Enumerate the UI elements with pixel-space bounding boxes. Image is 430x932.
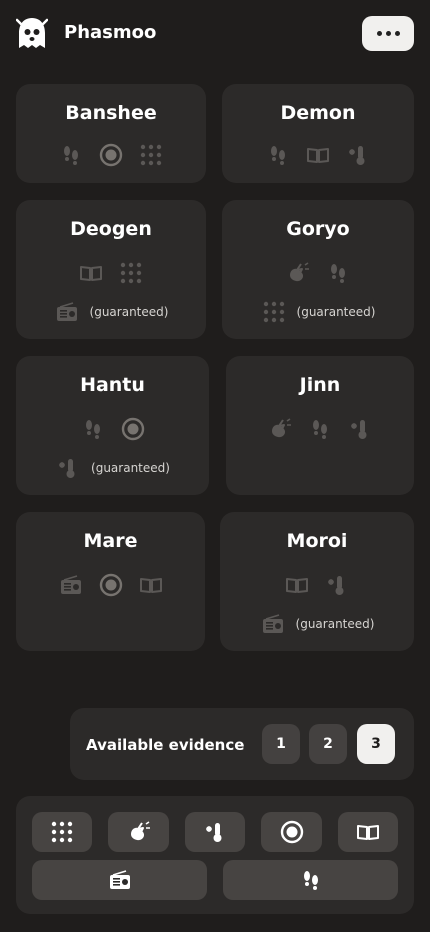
guaranteed-label: (guaranteed) [91,461,170,475]
emf-icon [267,416,293,442]
evidence-count-3-button[interactable]: 3 [357,724,395,764]
freezing-temps-icon [345,142,371,168]
dots-projector-icon [261,299,287,325]
ghost-card-goryo[interactable]: Goryo (guaranteed) [222,200,414,339]
ghost-card-banshee[interactable]: Banshee [16,84,206,183]
ghost-name: Jinn [299,374,341,396]
ghost-name: Mare [83,530,138,552]
app-title: Phasmoo [64,22,157,43]
ghost-card-hantu[interactable]: Hantu (guaranteed) [16,356,209,495]
footprints-icon [307,416,333,442]
filter-emf-button[interactable] [108,812,169,852]
ghost-card-jinn[interactable]: Jinn [226,356,414,495]
guaranteed-evidence: (guaranteed) [16,299,206,325]
app-header: Phasmoo [0,0,430,68]
guaranteed-label: (guaranteed) [89,305,169,319]
evidence-filter-panel [16,796,414,914]
evidence-icons [16,416,209,442]
evidence-icons [222,260,414,286]
guaranteed-evidence: (guaranteed) [220,611,414,637]
ghost-writing-icon [78,260,104,286]
evidence-icons [16,142,206,168]
footprints-icon [298,867,324,893]
dots-projector-icon [49,819,75,845]
freezing-temps-icon [324,572,350,598]
spirit-box-icon [107,867,133,893]
ghost-orb-icon [120,416,146,442]
ghost-card-mare[interactable]: Mare [16,512,205,651]
footprints-icon [325,260,351,286]
guaranteed-label: (guaranteed) [295,617,375,631]
emf-icon [285,260,311,286]
ghost-card-deogen[interactable]: Deogen (guaranteed) [16,200,206,339]
ghost-writing-icon [284,572,310,598]
footprints-icon [58,142,84,168]
evidence-icons [16,572,205,598]
emf-icon [126,819,152,845]
filter-dots-projector-button[interactable] [32,812,92,852]
ghost-name: Banshee [65,102,157,124]
filter-footprints-button[interactable] [223,860,398,900]
ghost-name: Hantu [80,374,145,396]
spirit-box-icon [54,299,80,325]
guaranteed-evidence: (guaranteed) [16,455,209,481]
evidence-count-1-button[interactable]: 1 [262,724,300,764]
freezing-temps-icon [202,819,228,845]
evidence-count-2-button[interactable]: 2 [309,724,347,764]
ghost-writing-icon [138,572,164,598]
ghost-orb-icon [98,572,124,598]
filter-freezing-temps-button[interactable] [185,812,245,852]
ghost-name: Goryo [286,218,350,240]
ghost-name: Deogen [70,218,152,240]
ghost-writing-icon [305,142,331,168]
filter-spirit-box-button[interactable] [32,860,207,900]
evidence-icons [220,572,414,598]
more-menu-button[interactable] [362,16,414,51]
dots-projector-icon [118,260,144,286]
available-evidence-panel: Available evidence 1 2 3 [70,708,414,780]
spirit-box-icon [260,611,286,637]
available-evidence-label: Available evidence [86,736,245,754]
ghost-icon [16,18,48,48]
ghost-orb-icon [279,819,305,845]
filter-ghost-orb-button[interactable] [261,812,322,852]
ghost-writing-icon [355,819,381,845]
ghost-card-demon[interactable]: Demon [222,84,414,183]
footprints-icon [265,142,291,168]
footprints-icon [80,416,106,442]
dots-projector-icon [138,142,164,168]
freezing-temps-icon [347,416,373,442]
ghost-orb-icon [98,142,124,168]
evidence-icons [226,416,414,442]
freezing-temps-icon [55,455,81,481]
evidence-icons [16,260,206,286]
guaranteed-evidence: (guaranteed) [222,299,414,325]
spirit-box-icon [58,572,84,598]
evidence-icons [222,142,414,168]
ghost-name: Moroi [286,530,348,552]
ghost-card-moroi[interactable]: Moroi (guaranteed) [220,512,414,651]
guaranteed-label: (guaranteed) [296,305,376,319]
filter-ghost-writing-button[interactable] [338,812,398,852]
ghost-name: Demon [280,102,356,124]
